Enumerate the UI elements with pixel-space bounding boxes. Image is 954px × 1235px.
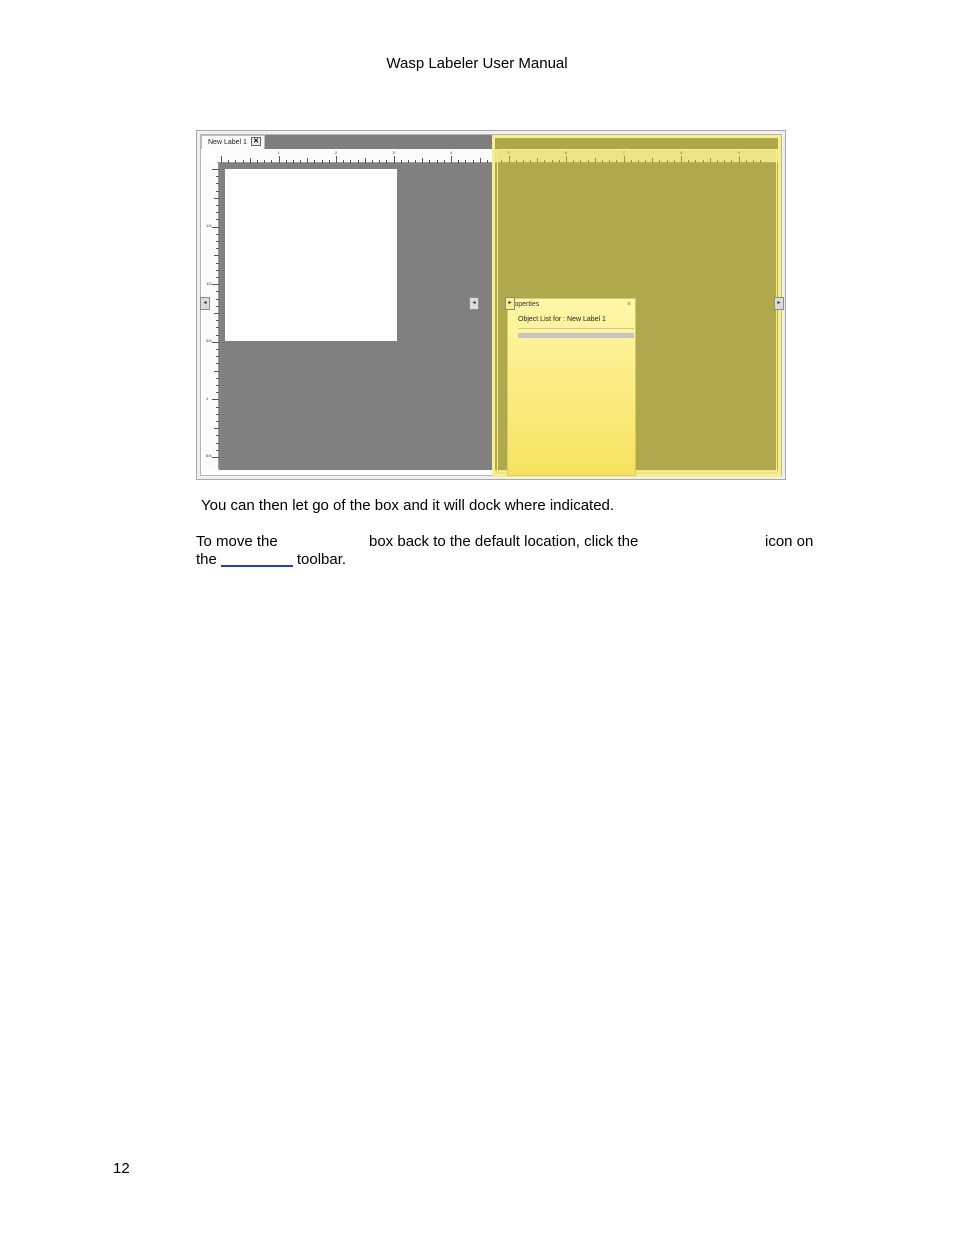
collapse-left-handle-icon[interactable]: ◂ [200,297,210,310]
tab-label: New Label 1 [208,139,247,146]
page-number: 12 [113,1160,130,1177]
ruler-number: 1/4 [206,223,212,228]
ruler-tick [336,156,337,163]
ruler-tick [212,399,219,401]
ruler-number: 4 [450,150,453,155]
ruler-tick [212,226,219,228]
paragraph-move-toolbar: toolbar. [296,551,347,568]
ruler-number: 2 [335,150,338,155]
toolbar-link[interactable] [220,551,293,567]
close-icon[interactable]: ✕ [251,137,261,146]
ruler-tick [212,457,219,458]
panel-title: roperties [512,301,540,308]
ruler-number: 1 [277,150,280,155]
ruler-tick [451,156,452,163]
page-header: Wasp Labeler User Manual [386,55,568,72]
ruler-number: 5/4 [206,453,212,458]
ruler-number: 3 [392,150,395,155]
paragraph-move-line2: the toolbar. [196,551,346,569]
paragraph-move-part2: box back to the default location, click … [369,533,639,550]
ruler-tick [212,169,219,170]
collapse-middle-handle-icon[interactable]: ◂ [469,297,479,310]
object-list-item[interactable] [518,333,634,338]
label-area[interactable] [225,169,397,341]
properties-panel[interactable]: roperties × Object List for : New Label … [507,298,636,476]
close-icon[interactable]: × [627,301,631,308]
paragraph-dock: You can then let go of the box and it wi… [201,497,615,514]
object-list[interactable] [518,328,634,341]
ruler-number: 3/4 [206,338,212,343]
paragraph-move-part3: icon on [765,533,814,550]
vertical-ruler: 1/4 1/2 3/4 1 5/4 [205,163,219,469]
paragraph-move-the: the [196,551,217,568]
panel-pin-handle-icon[interactable]: ▸ [505,297,515,310]
ruler-tick [221,156,222,163]
ruler-tick [212,341,219,343]
ruler-tick [393,156,395,163]
ruler-tick [278,156,280,163]
panel-subtitle: Object List for : New Label 1 [518,316,606,323]
ruler-number: 1 [206,395,209,401]
collapse-right-handle-icon[interactable]: ▸ [774,297,784,310]
ruler-number: 1/2 [206,280,212,286]
screenshot-figure: New Label 1 ✕ 123456789 1/41/23/415/4 ◂ … [196,130,786,480]
ruler-tick [212,284,219,286]
paragraph-move-part1: To move the [196,533,278,550]
